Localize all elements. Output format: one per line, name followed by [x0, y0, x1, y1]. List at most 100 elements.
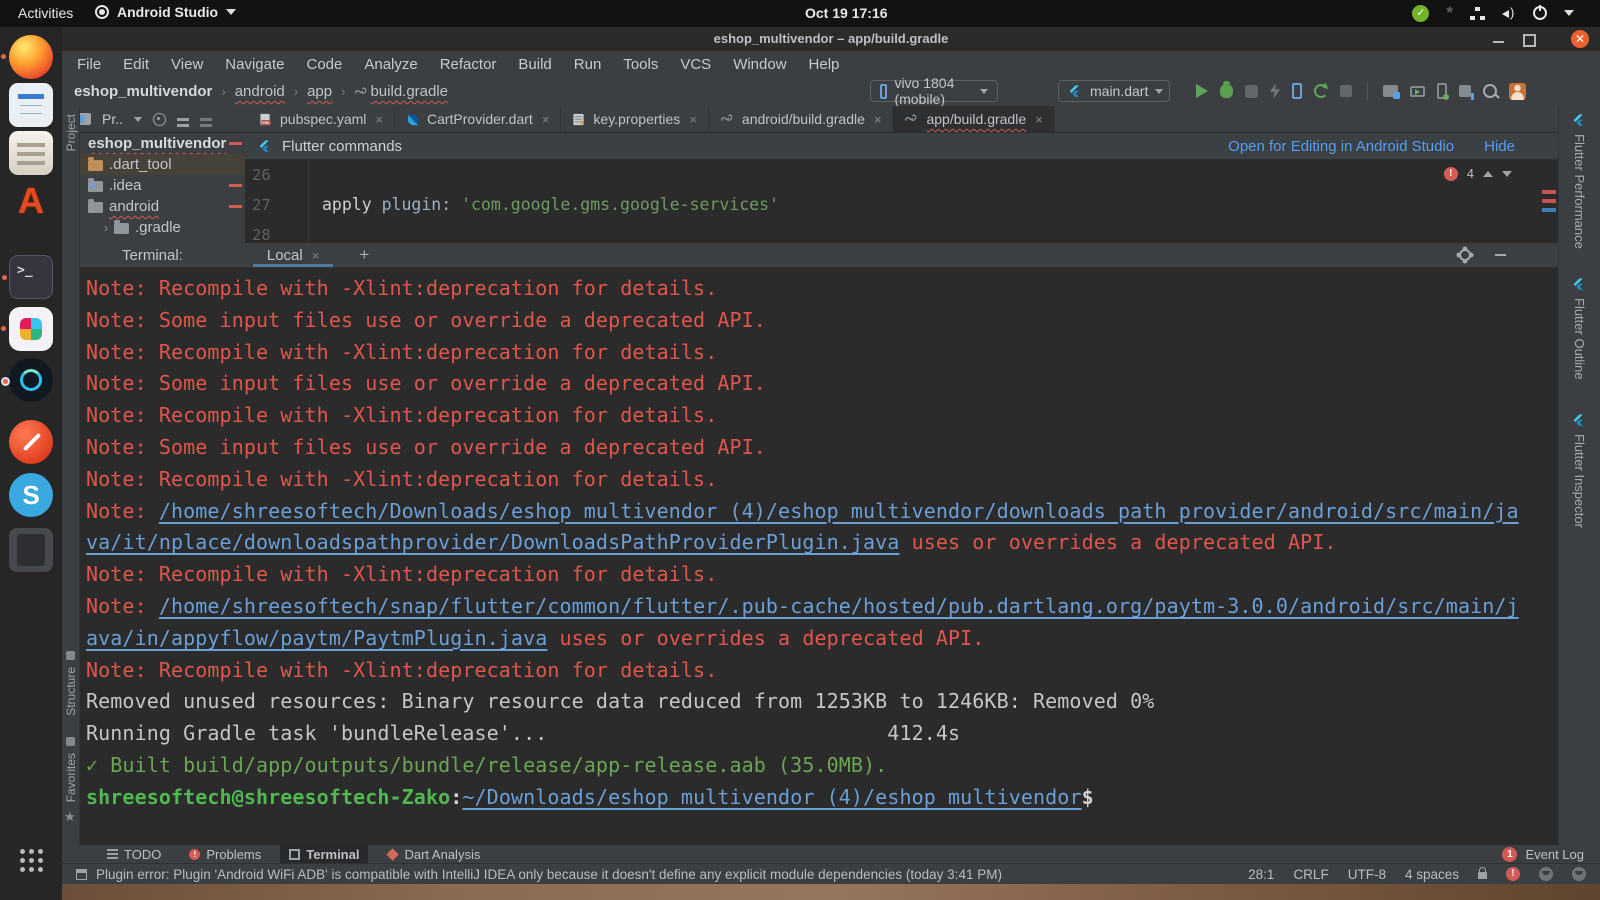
- project-row--idea[interactable]: .idea: [80, 175, 245, 196]
- minimize-button[interactable]: [1493, 41, 1504, 43]
- project-row-eshop-multivendor[interactable]: eshop_multivendor: [80, 133, 245, 154]
- sdk-manager-button[interactable]: [1459, 85, 1471, 97]
- volume-icon[interactable]: [1502, 7, 1516, 20]
- tray-chevron-down-icon[interactable]: [1564, 10, 1574, 16]
- writer-dock-icon[interactable]: [9, 83, 53, 127]
- firefox-dock-icon[interactable]: [9, 35, 53, 79]
- tool-stripe-favorites[interactable]: Favorites: [62, 737, 79, 802]
- terminal-link[interactable]: /home/shreesoftech/snap/flutter/common/f…: [159, 594, 1519, 618]
- caret-position[interactable]: 28:1: [1248, 867, 1274, 882]
- files-dock-icon[interactable]: [9, 131, 53, 175]
- project-row--gradle[interactable]: .gradle: [80, 217, 245, 238]
- menu-code[interactable]: Code: [295, 56, 353, 73]
- error-stripe-mark[interactable]: [1542, 190, 1556, 194]
- open-in-android-studio-link[interactable]: Open for Editing in Android Studio: [1228, 138, 1454, 155]
- menu-analyze[interactable]: Analyze: [353, 56, 428, 73]
- app-indicator-icon[interactable]: [1446, 5, 1453, 21]
- close-icon[interactable]: ×: [375, 112, 383, 127]
- chevron-right-icon[interactable]: [104, 221, 108, 235]
- toolwindow-terminal[interactable]: Terminal: [280, 845, 368, 863]
- new-terminal-session-button[interactable]: [359, 245, 369, 265]
- terminal-link[interactable]: ~/Downloads/eshop_multivendor (4)/eshop_…: [462, 785, 1081, 809]
- tool-stripe-flutter-inspector[interactable]: Flutter Inspector: [1559, 414, 1600, 528]
- lock-icon[interactable]: [1478, 872, 1487, 879]
- expand-all-icon[interactable]: [177, 118, 189, 121]
- close-button[interactable]: [1571, 30, 1589, 48]
- avd-manager-button[interactable]: [1410, 86, 1425, 97]
- tool-stripe-project[interactable]: Project: [62, 114, 79, 151]
- tab-cartprovider-dart[interactable]: CartProvider.dart×: [395, 106, 561, 132]
- terminal-link[interactable]: /home/shreesoftech/Downloads/eshop_multi…: [159, 499, 1519, 523]
- prev-error-icon[interactable]: [1483, 171, 1493, 177]
- open-devtools-button[interactable]: [1292, 83, 1302, 99]
- power-icon[interactable]: [1533, 6, 1547, 20]
- flutter-attach-button[interactable]: [1270, 83, 1280, 99]
- debug-button[interactable]: [1220, 84, 1233, 98]
- bookmark-star-icon[interactable]: [64, 809, 76, 825]
- menu-tools[interactable]: Tools: [612, 56, 669, 73]
- hide-panel-icon[interactable]: [1495, 254, 1506, 256]
- breadcrumb-item-build-gradle[interactable]: build.gradle: [370, 83, 448, 100]
- terminal-dock-icon[interactable]: [9, 255, 53, 299]
- messenger-status-icon[interactable]: [1412, 5, 1429, 22]
- stop-button[interactable]: [1340, 85, 1352, 97]
- terminal-link[interactable]: ava/in/appyflow/paytm/PaytmPlugin.java: [86, 626, 547, 650]
- toolwindow-problems[interactable]: Problems: [180, 845, 270, 863]
- close-icon[interactable]: ×: [1035, 112, 1043, 127]
- terminal-link[interactable]: va/it/nplace/downloadspathprovider/Downl…: [86, 530, 899, 554]
- line-separator[interactable]: CRLF: [1293, 867, 1328, 882]
- breadcrumb-item-android[interactable]: android: [235, 83, 285, 100]
- window-title-bar[interactable]: eshop_multivendor – app/build.gradle: [62, 27, 1600, 51]
- close-icon[interactable]: ×: [312, 248, 320, 263]
- maximize-button[interactable]: [1523, 34, 1536, 47]
- activities-button[interactable]: Activities: [18, 5, 73, 21]
- chevron-down-icon[interactable]: [134, 117, 142, 122]
- menu-vcs[interactable]: VCS: [669, 56, 722, 73]
- locate-file-icon[interactable]: [153, 113, 166, 126]
- skype-dock-icon[interactable]: [9, 473, 53, 517]
- profile-avatar[interactable]: [1509, 83, 1526, 100]
- breadcrumb-item-eshop-multivendor[interactable]: eshop_multivendor: [74, 83, 212, 100]
- device-file-explorer-button[interactable]: [1437, 83, 1447, 99]
- close-icon[interactable]: ×: [542, 112, 550, 127]
- notification-icon[interactable]: [1572, 867, 1586, 881]
- software-dock-icon[interactable]: [9, 179, 53, 223]
- phone-dock-icon[interactable]: [9, 528, 53, 572]
- error-stripe-mark[interactable]: [1542, 199, 1556, 203]
- next-error-icon[interactable]: [1502, 171, 1512, 177]
- menu-window[interactable]: Window: [722, 56, 797, 73]
- close-icon[interactable]: ×: [689, 112, 697, 127]
- collapse-all-icon[interactable]: [200, 118, 212, 121]
- clock[interactable]: Oct 19 17:16: [805, 5, 888, 21]
- network-icon[interactable]: [1470, 7, 1485, 20]
- hide-banner-link[interactable]: Hide: [1484, 138, 1515, 155]
- tab-pubspec-yaml[interactable]: YMLpubspec.yaml×: [248, 106, 395, 132]
- menu-file[interactable]: File: [66, 56, 112, 73]
- android-studio-dock-icon[interactable]: [9, 358, 53, 402]
- terminal-output[interactable]: Note: Recompile with -Xlint:deprecation …: [80, 268, 1558, 845]
- terminal-tab-local[interactable]: Local ×: [253, 244, 333, 267]
- event-log-button[interactable]: 1 Event Log: [1502, 847, 1600, 862]
- status-message[interactable]: Plugin error: Plugin 'Android WiFi ADB' …: [96, 867, 1002, 882]
- showapps-dock-icon[interactable]: [9, 845, 53, 875]
- toolwindow-dart-analysis[interactable]: Dart Analysis: [378, 845, 489, 863]
- tab-key-properties[interactable]: key.properties×: [561, 106, 709, 132]
- menu-refactor[interactable]: Refactor: [429, 56, 508, 73]
- slack-dock-icon[interactable]: [9, 307, 53, 351]
- menu-edit[interactable]: Edit: [112, 56, 160, 73]
- device-manager-button[interactable]: [1383, 85, 1398, 97]
- run-button[interactable]: [1196, 84, 1208, 98]
- app-menu-button[interactable]: Android Studio: [95, 4, 236, 20]
- menu-navigate[interactable]: Navigate: [214, 56, 295, 73]
- tool-stripe-flutter-outline[interactable]: Flutter Outline: [1559, 278, 1600, 380]
- code-area[interactable]: apply plugin: 'com.google.gms.google-ser…: [322, 160, 779, 220]
- breadcrumb-item-app[interactable]: app: [307, 83, 332, 100]
- info-stripe-mark[interactable]: [1542, 208, 1556, 212]
- error-notification-icon[interactable]: [1506, 867, 1520, 881]
- tool-stripe-structure[interactable]: Structure: [62, 651, 79, 716]
- hot-reload-button[interactable]: [1314, 84, 1328, 98]
- menu-build[interactable]: Build: [507, 56, 562, 73]
- indent-style[interactable]: 4 spaces: [1405, 867, 1459, 882]
- project-row--dart-tool[interactable]: .dart_tool: [80, 154, 245, 175]
- editor-error-widget[interactable]: 4: [1444, 166, 1512, 181]
